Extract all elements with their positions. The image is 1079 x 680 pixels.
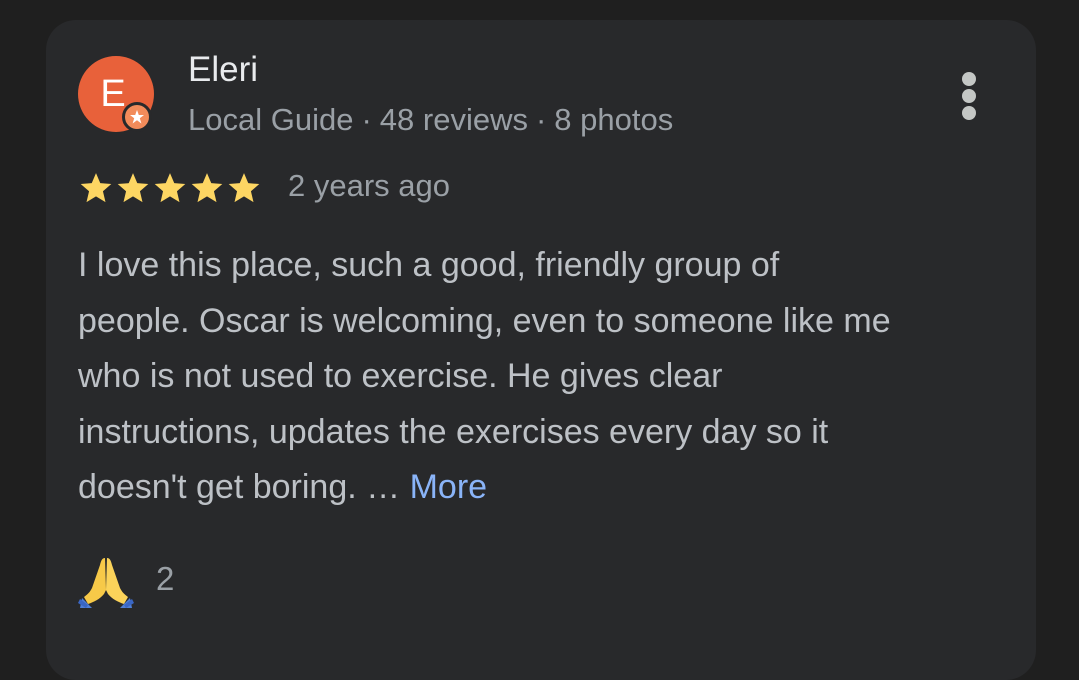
star-icon	[228, 173, 260, 203]
star-icon	[154, 173, 186, 203]
review-count: 48 reviews	[379, 102, 528, 137]
review-text-line-last: doesn't get boring. … More	[78, 460, 1008, 516]
more-link[interactable]: More	[410, 468, 487, 506]
review-text-line: I love this place, such a good, friendly…	[78, 246, 780, 284]
review-text-line: instructions, updates the exercises ever…	[78, 412, 829, 451]
star-icon	[191, 173, 223, 203]
reviewer-name[interactable]: Eleri	[188, 50, 258, 90]
reviewer-meta: Local Guide · 48 reviews · 8 photos	[188, 102, 673, 138]
menu-dot-icon	[962, 106, 976, 120]
review-card: E Eleri Local Guide · 48 reviews · 8 photos …	[46, 20, 1036, 680]
local-guide-badge-icon	[122, 102, 152, 132]
review-text: I love this place, such a good, friendly…	[78, 238, 1008, 516]
review-text-line: people. Oscar is welcoming, even to some…	[78, 301, 891, 340]
review-time: 2 years ago	[288, 168, 450, 203]
photo-count: 8 photos	[554, 102, 674, 137]
reaction-count: 2	[156, 560, 175, 597]
star-icon	[117, 173, 149, 203]
star-rating	[78, 170, 263, 206]
review-text-end: doesn't get boring. …	[78, 468, 401, 506]
more-options-button[interactable]	[950, 68, 990, 124]
avatar[interactable]: E	[78, 56, 154, 132]
folded-hands-icon	[78, 558, 134, 608]
local-guide-label: Local Guide	[188, 102, 354, 137]
meta-separator: ·	[361, 102, 372, 137]
menu-dot-icon	[962, 89, 976, 103]
review-text-line: who is not used to exercise. He gives cl…	[78, 357, 723, 395]
meta-separator: ·	[535, 102, 547, 137]
menu-dot-icon	[962, 72, 976, 86]
star-icon	[80, 173, 112, 203]
